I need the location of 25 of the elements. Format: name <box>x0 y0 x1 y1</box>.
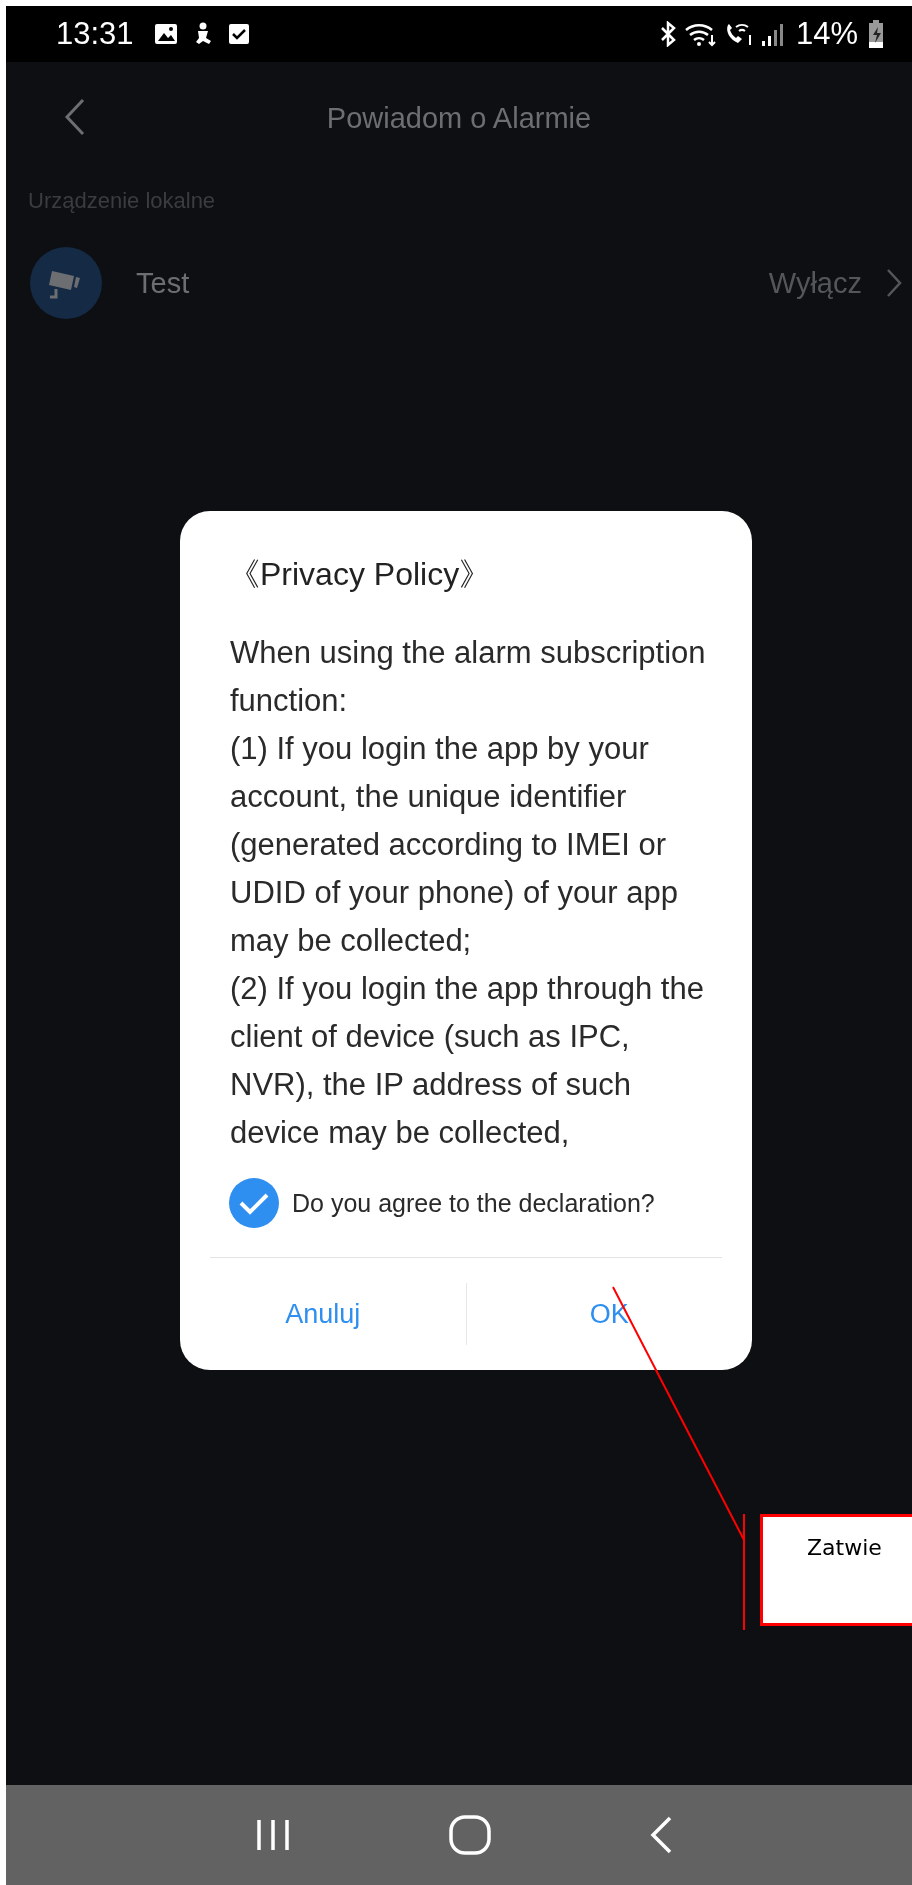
policy-text: (1) If you login the app by your account, the unique identifier (generated according to IMEI or UDID of your phone) of your app may be collected; <box>230 730 680 960</box>
dialog-title: 《Privacy Policy》 <box>227 555 493 594</box>
wifi-icon <box>683 21 718 47</box>
device-row[interactable]: Test Wyłącz <box>6 238 912 328</box>
policy-text: When using the alarm subscription function: <box>230 634 707 720</box>
image-icon <box>153 23 178 45</box>
battery-charging-icon <box>868 20 884 48</box>
device-name: Test <box>136 266 191 300</box>
checkbox-icon <box>227 23 250 45</box>
cancel-button[interactable]: Anuluj <box>180 1283 466 1345</box>
annotation-callout: Zatwie <box>760 1514 912 1626</box>
device-status: Wyłącz <box>768 266 862 300</box>
page-title: Powiadom o Alarmie <box>326 101 592 135</box>
battery-percent: 14% <box>795 16 858 52</box>
recent-apps-icon[interactable] <box>255 1818 291 1852</box>
back-icon[interactable] <box>64 98 86 136</box>
ok-button[interactable]: OK <box>466 1283 752 1345</box>
agree-label: Do you agree to the declaration? <box>292 1188 655 1218</box>
clock-time: 13:31 <box>56 16 134 52</box>
chevron-icon <box>886 268 902 298</box>
policy-text: (2) If you login the app through the client of device (such as IPC, NVR), the IP address of such device may be collected, <box>230 970 705 1152</box>
home-icon[interactable] <box>449 1815 491 1855</box>
camera-icon <box>30 247 102 319</box>
signal-icon <box>759 21 784 47</box>
checkbox[interactable] <box>228 1177 280 1229</box>
